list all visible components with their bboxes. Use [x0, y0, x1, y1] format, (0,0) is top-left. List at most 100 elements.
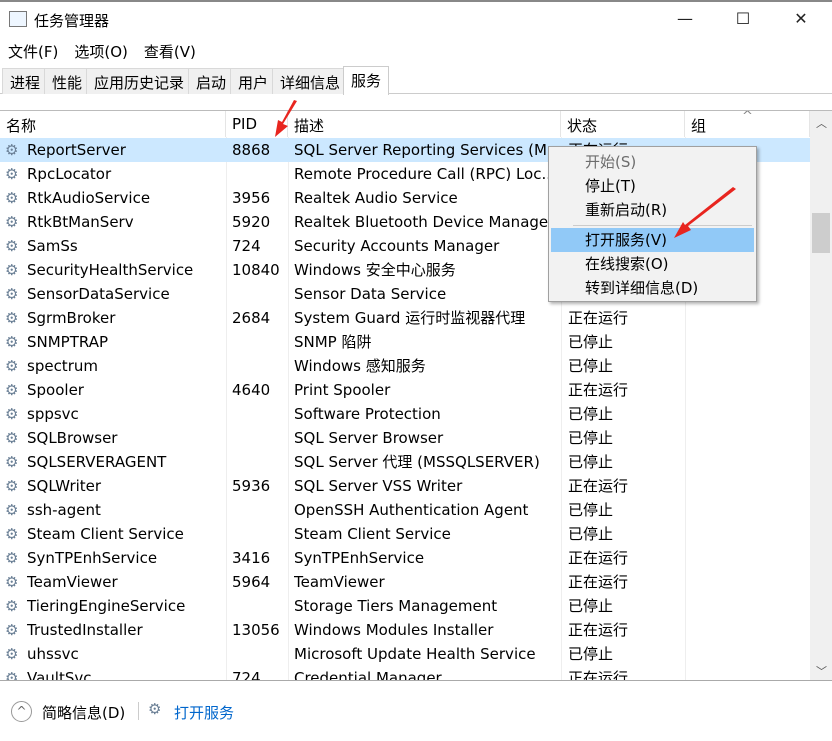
service-status: 已停止	[568, 525, 614, 543]
table-row[interactable]: ⚙ SQLBrowser SQL Server Browser 已停止	[0, 426, 810, 450]
service-gear-icon: ⚙	[5, 525, 19, 543]
service-status: 正在运行	[568, 381, 629, 399]
tab-services[interactable]: 服务	[343, 66, 390, 95]
table-row[interactable]: ⚙ TeamViewer 5964 TeamViewer 正在运行	[0, 570, 810, 594]
table-row[interactable]: ⚙ ssh-agent OpenSSH Authentication Agent…	[0, 498, 810, 522]
service-status: 正在运行	[568, 669, 629, 681]
service-name: Spooler	[27, 381, 84, 399]
service-gear-icon: ⚙	[5, 549, 19, 567]
open-services-link[interactable]: 打开服务	[174, 702, 234, 723]
context-menu-item-open-services[interactable]: 打开服务(V)	[551, 228, 754, 252]
vertical-scrollbar[interactable]: ︿ ﹀	[810, 111, 832, 680]
context-menu-item-search-online[interactable]: 在线搜索(O)	[551, 252, 754, 276]
service-status: 正在运行	[568, 573, 629, 591]
menu-separator	[573, 225, 752, 226]
menu-options[interactable]: 选项(O)	[66, 38, 136, 62]
service-pid: 4640	[232, 381, 271, 399]
tab-app-history[interactable]: 应用历史记录	[86, 68, 193, 94]
service-name: SensorDataService	[27, 285, 170, 303]
scrollbar-thumb[interactable]	[812, 213, 830, 253]
service-pid	[232, 498, 286, 522]
minimize-button[interactable]: —	[662, 2, 708, 36]
footer: ^ 简略信息(D) ⚙ 打开服务	[0, 696, 832, 726]
table-row[interactable]: ⚙ SgrmBroker 2684 System Guard 运行时监视器代理 …	[0, 306, 810, 330]
service-status: 已停止	[568, 597, 614, 615]
divider	[138, 702, 139, 720]
service-pid: 724	[232, 669, 261, 681]
service-gear-icon: ⚙	[5, 453, 19, 471]
service-pid: 5964	[232, 573, 271, 591]
service-pid: 3416	[232, 549, 271, 567]
table-row[interactable]: ⚙ Steam Client Service Steam Client Serv…	[0, 522, 810, 546]
table-row[interactable]: ⚙ SQLSERVERAGENT SQL Server 代理 (MSSQLSER…	[0, 450, 810, 474]
service-description: Storage Tiers Management	[294, 597, 498, 615]
table-row[interactable]: ⚙ SynTPEnhService 3416 SynTPEnhService 正…	[0, 546, 810, 570]
context-menu-item-restart[interactable]: 重新启动(R)	[551, 198, 754, 222]
service-gear-icon: ⚙	[5, 381, 19, 399]
service-pid	[232, 450, 286, 474]
table-row[interactable]: ⚙ TieringEngineService Storage Tiers Man…	[0, 594, 810, 618]
task-manager-icon	[9, 11, 27, 27]
context-menu-item-start[interactable]: 开始(S)	[551, 150, 754, 174]
table-row[interactable]: ⚙ SQLWriter 5936 SQL Server VSS Writer 正…	[0, 474, 810, 498]
menu-file[interactable]: 文件(F)	[0, 38, 66, 62]
service-pid	[232, 402, 286, 426]
service-name: sppsvc	[27, 405, 79, 423]
collapse-icon[interactable]: ^	[11, 701, 32, 722]
service-pid	[232, 426, 286, 450]
tab-details[interactable]: 详细信息	[272, 68, 349, 94]
service-name: SQLSERVERAGENT	[27, 453, 167, 471]
service-status: 已停止	[568, 453, 614, 471]
service-gear-icon: ⚙	[5, 501, 19, 519]
scroll-up-icon[interactable]: ︿	[816, 115, 827, 131]
tab-performance[interactable]: 性能	[44, 68, 91, 94]
sort-indicator-icon: ^	[742, 110, 753, 124]
context-menu-item-stop[interactable]: 停止(T)	[551, 174, 754, 198]
tab-processes[interactable]: 进程	[2, 68, 49, 94]
title-bar: 任务管理器 — ☐ ✕	[0, 2, 832, 38]
service-pid: 3956	[232, 189, 271, 207]
service-gear-icon: ⚙	[5, 165, 19, 183]
service-status: 已停止	[568, 333, 614, 351]
column-header-name[interactable]: 名称	[0, 111, 226, 137]
service-name: ReportServer	[27, 141, 126, 159]
column-header-pid[interactable]: PID	[226, 111, 288, 137]
service-status: 已停止	[568, 357, 614, 375]
service-pid: 8868	[232, 141, 271, 159]
service-description: SynTPEnhService	[294, 549, 425, 567]
service-name: TeamViewer	[27, 573, 118, 591]
table-row[interactable]: ⚙ uhssvc Microsoft Update Health Service…	[0, 642, 810, 666]
maximize-button[interactable]: ☐	[720, 2, 766, 36]
tab-users[interactable]: 用户	[230, 68, 277, 94]
service-name: SQLWriter	[27, 477, 102, 495]
service-name: Steam Client Service	[27, 525, 184, 543]
table-row[interactable]: ⚙ TrustedInstaller 13056 Windows Modules…	[0, 618, 810, 642]
service-description: Print Spooler	[294, 381, 391, 399]
close-button[interactable]: ✕	[778, 2, 824, 36]
service-gear-icon: ⚙	[5, 189, 19, 207]
column-header-status[interactable]: 状态	[561, 111, 685, 137]
service-description: Security Accounts Manager	[294, 237, 500, 255]
less-details-button[interactable]: 简略信息(D)	[42, 702, 125, 723]
table-row[interactable]: ⚙ VaultSvc 724 Credential Manager 正在运行	[0, 666, 810, 681]
column-header-description[interactable]: 描述	[288, 111, 561, 137]
menu-view[interactable]: 查看(V)	[136, 38, 204, 62]
table-row[interactable]: ⚙ spectrum Windows 感知服务 已停止	[0, 354, 810, 378]
service-description: Steam Client Service	[294, 525, 451, 543]
service-gear-icon: ⚙	[5, 333, 19, 351]
table-row[interactable]: ⚙ Spooler 4640 Print Spooler 正在运行	[0, 378, 810, 402]
table-row[interactable]: ⚙ SNMPTRAP SNMP 陷阱 已停止	[0, 330, 810, 354]
service-description: Windows 感知服务	[294, 357, 426, 375]
context-menu-item-go-to-details[interactable]: 转到详细信息(D)	[551, 276, 754, 300]
table-row[interactable]: ⚙ sppsvc Software Protection 已停止	[0, 402, 810, 426]
service-name: SNMPTRAP	[27, 333, 109, 351]
scroll-down-icon[interactable]: ﹀	[816, 663, 827, 679]
service-description: Realtek Bluetooth Device Manage...	[294, 213, 558, 231]
service-name: SQLBrowser	[27, 429, 118, 447]
tab-startup[interactable]: 启动	[188, 68, 235, 94]
service-gear-icon: ⚙	[5, 645, 19, 663]
service-description: SQL Server VSS Writer	[294, 477, 463, 495]
service-name: uhssvc	[27, 645, 79, 663]
service-name: RtkBtManServ	[27, 213, 134, 231]
service-gear-icon: ⚙	[5, 141, 19, 159]
